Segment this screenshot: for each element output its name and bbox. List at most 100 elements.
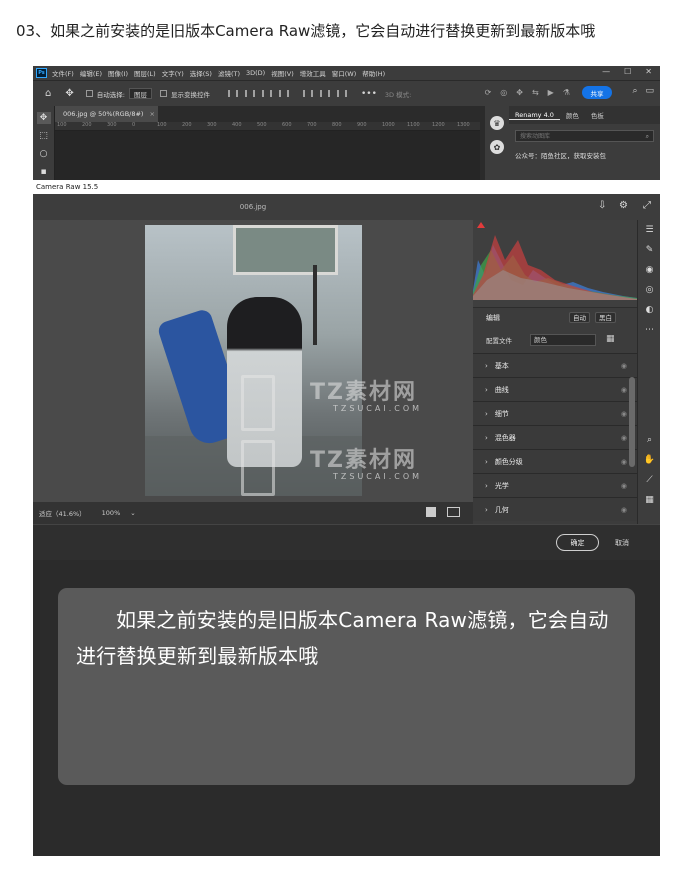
- search-icon[interactable]: ⌕: [632, 86, 637, 96]
- zoom-fit-button[interactable]: 适应（41.6%）: [39, 508, 86, 518]
- eye-icon[interactable]: ◉: [621, 506, 627, 514]
- menu-filter[interactable]: 滤镜(T): [218, 68, 240, 78]
- more-options-icon[interactable]: •••: [361, 89, 377, 99]
- menu-help[interactable]: 帮助(H): [362, 68, 385, 78]
- edit-sliders-icon[interactable]: ☰: [638, 220, 660, 240]
- zoom-icon[interactable]: ⌕: [638, 430, 660, 450]
- section-label: 几何: [494, 505, 509, 514]
- ruler-mark: 500: [257, 122, 267, 128]
- section-basic[interactable]: › 基本 ◉: [473, 353, 637, 377]
- plugin-panel-icon[interactable]: ♛: [490, 116, 504, 130]
- section-label: 细节: [494, 409, 509, 418]
- tab-color[interactable]: 颜色: [560, 110, 585, 120]
- gear-icon[interactable]: ⚙: [619, 200, 628, 211]
- tab-swatches[interactable]: 色板: [585, 110, 610, 120]
- panel-note: 公众号：陌鱼社区，获取安装包: [515, 152, 606, 160]
- lasso-tool-icon[interactable]: ○: [37, 148, 51, 160]
- redeye-icon[interactable]: ◎: [638, 280, 660, 300]
- move-tool-icon[interactable]: ✥: [36, 112, 51, 124]
- panel-search-input[interactable]: 搜索动图库 ⌕: [515, 130, 654, 142]
- align-top-icon[interactable]: [302, 90, 313, 97]
- document-tab[interactable]: 006.jpg @ 50%(RGB/8#) ×: [55, 106, 158, 122]
- ruler-mark: 200: [82, 122, 92, 128]
- section-curve[interactable]: › 曲线 ◉: [473, 377, 637, 401]
- show-transform-checkbox[interactable]: [159, 90, 167, 97]
- cancel-button[interactable]: 取消: [615, 538, 629, 548]
- align-bottom-icon[interactable]: [336, 90, 347, 97]
- section-color-grading[interactable]: › 颜色分级 ◉: [473, 449, 637, 473]
- maximize-icon[interactable]: ☐: [624, 67, 631, 76]
- auto-select-dropdown[interactable]: 图层: [128, 88, 152, 99]
- ruler-mark: 300: [207, 122, 217, 128]
- camera-raw-preview[interactable]: TZ素材网 TZSUCAI.COM TZ素材网 TZSUCAI.COM: [33, 220, 473, 502]
- menu-layer[interactable]: 图层(L): [134, 68, 156, 78]
- eye-icon[interactable]: ◉: [621, 434, 627, 442]
- ps-canvas[interactable]: [55, 131, 480, 186]
- grid-icon[interactable]: ▦: [638, 490, 660, 510]
- minimize-icon[interactable]: —: [602, 67, 610, 76]
- eye-icon[interactable]: ◉: [621, 386, 627, 394]
- marquee-tool-icon[interactable]: ⬚: [37, 130, 51, 142]
- section-color-mixer[interactable]: › 混色器 ◉: [473, 425, 637, 449]
- align-middle-icon[interactable]: [319, 90, 330, 97]
- quick-select-tool-icon[interactable]: ▪: [37, 166, 51, 178]
- eye-icon[interactable]: ◉: [621, 362, 627, 370]
- roll-icon[interactable]: ◎: [500, 88, 507, 97]
- menu-type[interactable]: 文字(Y): [162, 68, 184, 78]
- more-icon[interactable]: ⋯: [638, 320, 660, 340]
- section-optics[interactable]: › 光学 ◉: [473, 473, 637, 497]
- eye-icon[interactable]: ◉: [621, 458, 627, 466]
- profile-select[interactable]: 颜色: [530, 334, 596, 346]
- auto-button[interactable]: 自动: [569, 312, 590, 323]
- show-transform-option[interactable]: 显示变换控件: [159, 89, 210, 99]
- menu-file[interactable]: 文件(F): [52, 68, 74, 78]
- menu-view[interactable]: 视图(V): [271, 68, 294, 78]
- menu-window[interactable]: 窗口(W): [332, 68, 357, 78]
- eye-icon[interactable]: ◉: [621, 410, 627, 418]
- share-button[interactable]: 共享: [582, 86, 612, 99]
- flask-icon[interactable]: ⚗: [563, 88, 570, 97]
- align-center-icon[interactable]: [244, 90, 255, 97]
- move-tool-icon[interactable]: ✥: [65, 88, 73, 99]
- profile-browser-icon[interactable]: ▦: [606, 334, 615, 344]
- slide-icon[interactable]: ⇆: [532, 88, 539, 97]
- orbit-icon[interactable]: ⟳: [485, 88, 492, 97]
- eye-icon[interactable]: ◉: [621, 482, 627, 490]
- presets-icon[interactable]: ◐: [638, 300, 660, 320]
- eyedropper-icon[interactable]: ⟋: [638, 470, 660, 490]
- align-left-icon[interactable]: [227, 90, 238, 97]
- pan-icon[interactable]: ✥: [516, 88, 523, 97]
- section-detail[interactable]: › 细节 ◉: [473, 401, 637, 425]
- home-icon[interactable]: ⌂: [45, 88, 51, 99]
- auto-select-label: 自动选择:: [96, 90, 125, 99]
- single-view-icon[interactable]: [426, 507, 436, 517]
- fullscreen-icon[interactable]: ⤢: [643, 200, 651, 211]
- chevron-down-icon[interactable]: ⌄: [130, 509, 135, 517]
- hand-icon[interactable]: ✋: [638, 450, 660, 470]
- workspace-icon[interactable]: ▭: [645, 86, 654, 96]
- black-white-button[interactable]: 黑白: [595, 312, 616, 323]
- menu-image[interactable]: 图像(I): [108, 68, 128, 78]
- distribute-icon[interactable]: [278, 90, 289, 97]
- settings-panel-icon[interactable]: ✿: [490, 140, 504, 154]
- healing-icon[interactable]: ✎: [638, 240, 660, 260]
- close-icon[interactable]: ✕: [645, 67, 652, 76]
- camera-icon[interactable]: ▶: [548, 88, 554, 97]
- section-geometry[interactable]: › 几何 ◉: [473, 497, 637, 521]
- tab-close-icon[interactable]: ×: [149, 110, 154, 118]
- menu-3d[interactable]: 3D(D): [246, 69, 265, 77]
- align-right-icon[interactable]: [261, 90, 272, 97]
- menu-select[interactable]: 选择(S): [190, 68, 212, 78]
- search-icon[interactable]: ⌕: [646, 131, 649, 142]
- zoom-100-button[interactable]: 100%: [102, 509, 121, 517]
- mask-icon[interactable]: ◉: [638, 260, 660, 280]
- compare-view-icon[interactable]: [447, 507, 460, 517]
- menu-plugins[interactable]: 增效工具: [300, 68, 326, 78]
- save-icon[interactable]: ⇩: [598, 200, 606, 211]
- auto-select-option[interactable]: 自动选择: 图层: [85, 88, 152, 99]
- ok-button[interactable]: 确定: [556, 534, 599, 551]
- menu-edit[interactable]: 编辑(E): [80, 68, 102, 78]
- panel-scrollbar[interactable]: [629, 377, 635, 467]
- tab-renamy[interactable]: Renamy 4.0: [509, 111, 560, 120]
- auto-select-checkbox[interactable]: [85, 90, 93, 97]
